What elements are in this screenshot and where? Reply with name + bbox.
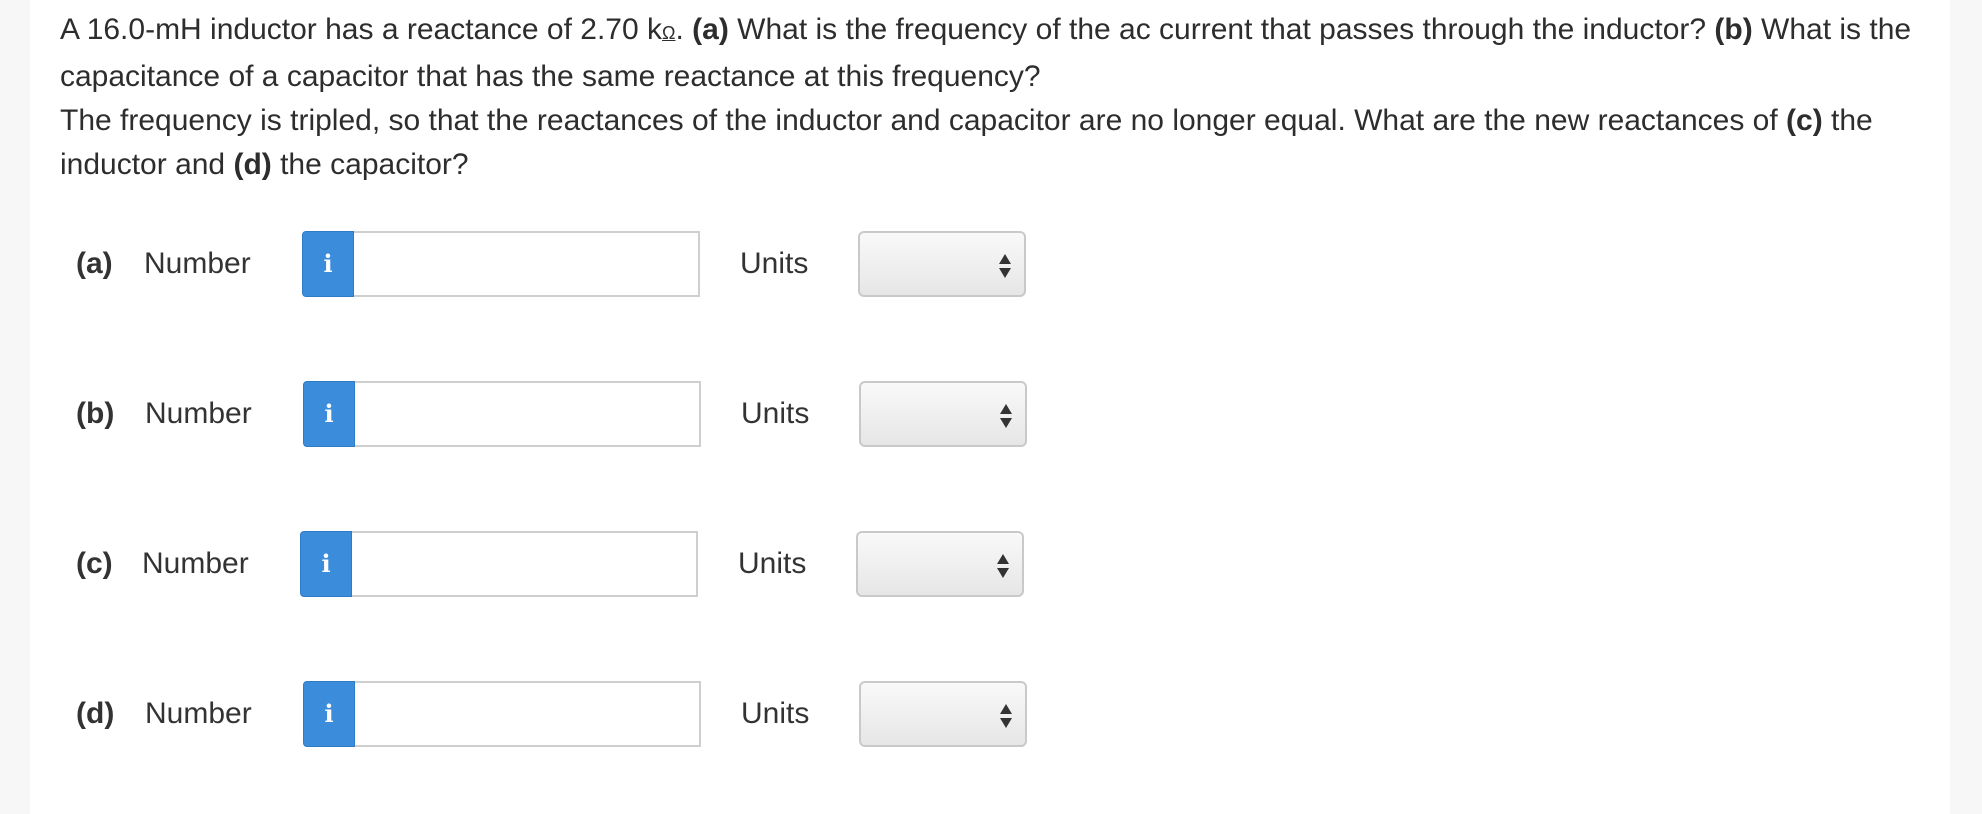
info-button[interactable]: i xyxy=(303,681,355,747)
number-label: Number xyxy=(145,397,252,430)
info-icon: i xyxy=(321,549,331,578)
units-label: Units xyxy=(741,397,810,430)
number-input[interactable] xyxy=(355,681,701,747)
question-paragraph-2: The frequency is tripled, so that the re… xyxy=(60,99,1940,187)
info-button[interactable]: i xyxy=(300,531,352,597)
ohm-unit: Ω xyxy=(662,23,676,43)
part-d-tag: (d) xyxy=(233,148,272,181)
number-label: Number xyxy=(144,247,251,280)
part-label: (d) xyxy=(76,697,115,730)
up-down-arrows-icon xyxy=(997,554,1009,578)
question-text-segment: A 16.0-mH inductor has a reactance of 2.… xyxy=(60,13,663,46)
question-paragraph-1: A 16.0-mH inductor has a reactance of 2.… xyxy=(60,8,1940,99)
question-text: A 16.0-mH inductor has a reactance of 2.… xyxy=(60,8,1940,187)
number-input[interactable] xyxy=(354,231,700,297)
units-label: Units xyxy=(740,247,809,280)
number-input[interactable] xyxy=(355,381,701,447)
up-down-arrows-icon xyxy=(1000,404,1012,428)
question-text-segment: The frequency is tripled, so that the re… xyxy=(60,104,1787,137)
units-select[interactable] xyxy=(859,381,1027,447)
part-label: (a) xyxy=(76,247,113,280)
question-text-segment: What is the frequency of the ac current … xyxy=(728,13,1715,46)
part-b-tag: (b) xyxy=(1714,13,1753,46)
part-a-tag: (a) xyxy=(692,13,729,46)
question-text-segment: the capacitor? xyxy=(271,148,469,181)
info-icon: i xyxy=(323,249,333,278)
up-down-arrows-icon xyxy=(1000,704,1012,728)
up-down-arrows-icon xyxy=(999,254,1011,278)
units-select[interactable] xyxy=(858,231,1026,297)
info-button[interactable]: i xyxy=(303,381,355,447)
number-input[interactable] xyxy=(352,531,698,597)
units-select[interactable] xyxy=(859,681,1027,747)
units-label: Units xyxy=(738,547,807,580)
units-label: Units xyxy=(741,697,810,730)
info-button[interactable]: i xyxy=(302,231,354,297)
info-icon: i xyxy=(324,399,334,428)
number-label: Number xyxy=(145,697,252,730)
units-select[interactable] xyxy=(856,531,1024,597)
part-c-tag: (c) xyxy=(1786,104,1823,137)
number-label: Number xyxy=(142,547,249,580)
part-label: (c) xyxy=(76,547,113,580)
question-text-segment: . xyxy=(675,13,693,46)
part-label: (b) xyxy=(76,397,115,430)
info-icon: i xyxy=(324,699,334,728)
